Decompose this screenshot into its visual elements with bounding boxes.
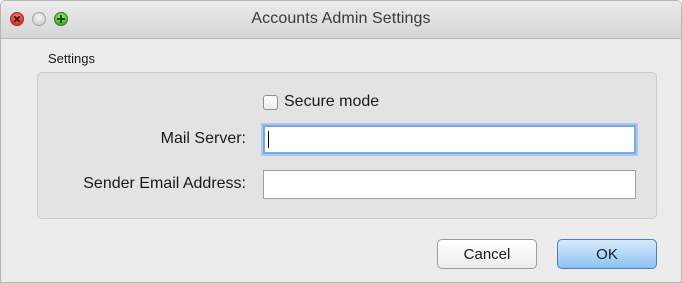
cancel-button[interactable]: Cancel <box>437 239 537 269</box>
mail-server-input[interactable] <box>263 125 636 154</box>
sender-email-input[interactable] <box>263 170 636 199</box>
secure-mode-checkbox[interactable] <box>263 94 278 110</box>
mail-server-label: Mail Server: <box>160 130 246 147</box>
secure-mode-label[interactable]: Secure mode <box>284 93 379 111</box>
sender-email-label: Sender Email Address: <box>83 175 246 192</box>
title-bar[interactable]: Accounts Admin Settings <box>1 1 681 39</box>
ok-button[interactable]: OK <box>557 239 657 269</box>
settings-section-label: Settings <box>48 51 95 66</box>
settings-window: Accounts Admin Settings Settings Secure … <box>0 0 682 283</box>
secure-mode-option[interactable]: Secure mode <box>263 93 379 111</box>
text-cursor <box>268 131 269 148</box>
window-title: Accounts Admin Settings <box>251 10 431 27</box>
